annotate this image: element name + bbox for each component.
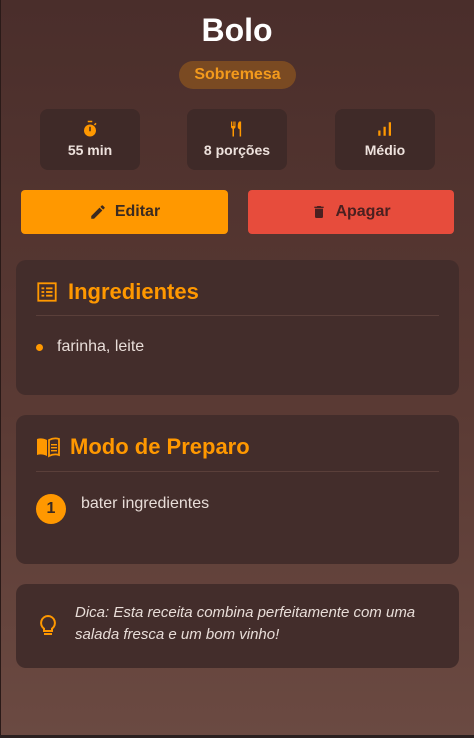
recipe-title: Bolo	[201, 12, 273, 48]
open-book-icon	[37, 437, 60, 458]
stat-time-value: 55 min	[67, 142, 113, 158]
step-item: 1 bater ingredientes	[36, 494, 209, 524]
ingredient-text: farinha, leite	[57, 338, 145, 355]
lightbulb-icon	[40, 614, 56, 635]
preparation-heading: Modo de Preparo	[70, 434, 250, 459]
stat-time: 55 min	[40, 109, 140, 170]
stat-servings: 8 porções	[187, 109, 287, 170]
ingredients-card: Ingredientes farinha, leite	[16, 260, 459, 395]
step-number: 1	[36, 494, 66, 524]
category-badge: Sobremesa	[179, 61, 296, 89]
bullet-dot	[36, 343, 43, 351]
timer-icon	[84, 120, 97, 137]
preparation-divider	[36, 471, 439, 472]
signal-bars-icon	[378, 122, 391, 136]
list-icon	[37, 282, 57, 302]
stat-servings-value: 8 porções	[203, 142, 271, 158]
edit-button[interactable]: Editar	[21, 190, 228, 234]
preparation-card: Modo de Preparo 1 bater ingredientes	[16, 415, 459, 564]
delete-button[interactable]: Apagar	[248, 190, 454, 234]
step-text: bater ingredientes	[81, 495, 210, 512]
tip-card: Dica: Esta receita combina perfeitamente…	[16, 584, 459, 668]
trash-icon	[314, 206, 325, 218]
delete-button-label: Apagar	[335, 203, 391, 220]
pencil-icon	[91, 205, 105, 219]
edit-button-label: Editar	[114, 203, 161, 220]
ingredients-divider	[36, 315, 439, 316]
window-edge-left	[0, 0, 1, 738]
ingredients-heading: Ingredientes	[68, 279, 199, 304]
tip-text: Dica: Esta receita combina perfeitamente…	[75, 604, 416, 643]
ingredient-item: farinha, leite	[36, 338, 144, 356]
stat-difficulty: Médio	[335, 109, 435, 170]
utensils-icon	[231, 121, 242, 137]
stat-difficulty-value: Médio	[364, 142, 406, 158]
